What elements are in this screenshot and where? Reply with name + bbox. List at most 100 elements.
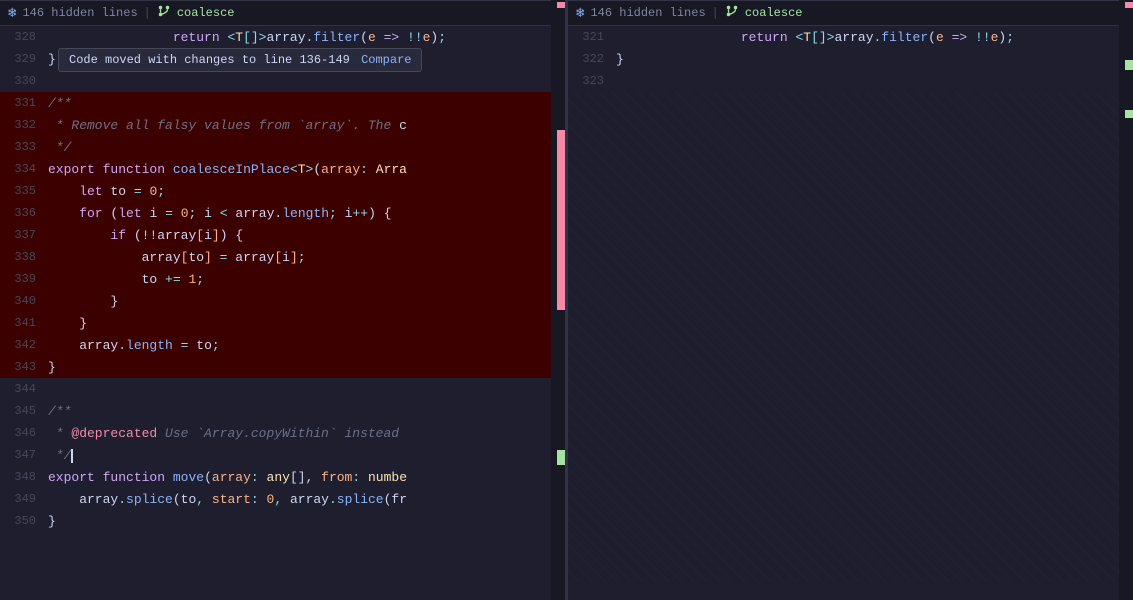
- line-num-332: 332: [0, 118, 48, 132]
- left-scrollbar[interactable]: [551, 0, 565, 600]
- line-num-328: 328: [0, 30, 48, 44]
- code-line-345: 345 /**: [0, 400, 565, 422]
- editor-container: ❄ 146 hidden lines | coalesce Code moved…: [0, 0, 1133, 600]
- line-content-335: let to = 0;: [48, 184, 565, 199]
- right-hidden-lines-text: 146 hidden lines: [590, 6, 705, 20]
- right-scrollbar-mark-green-2: [1125, 110, 1133, 118]
- code-line-350: 350 }: [0, 510, 565, 532]
- code-line-341: 341 }: [0, 312, 565, 334]
- right-code-lines: → 321 return <T[]>array.filter(e => !!e)…: [568, 26, 1133, 92]
- line-num-345: 345: [0, 404, 48, 418]
- line-num-341: 341: [0, 316, 48, 330]
- left-scrollbar-mark-red-1: [557, 2, 565, 8]
- line-content-348: export function move(array: any[], from:…: [48, 470, 565, 485]
- left-hidden-sep: |: [144, 6, 151, 20]
- right-branch-icon: [725, 4, 739, 22]
- line-content-346: * @deprecated Use `Array.copyWithin` ins…: [48, 426, 565, 441]
- line-content-333: */: [48, 140, 565, 155]
- line-num-344: 344: [0, 382, 48, 396]
- right-scrollbar[interactable]: [1119, 0, 1133, 600]
- line-num-335: 335: [0, 184, 48, 198]
- line-content-349: array.splice(to, start: 0, array.splice(…: [48, 492, 565, 507]
- line-content-332: * Remove all falsy values from `array`. …: [48, 118, 565, 133]
- code-line-338: 338 array[to] = array[i];: [0, 246, 565, 268]
- code-line-343: 343 }: [0, 356, 565, 378]
- code-line-337: 337 if (!!array[i]) {: [0, 224, 565, 246]
- left-branch-icon: [157, 4, 171, 22]
- line-content-343: }: [48, 360, 565, 375]
- line-num-339: 339: [0, 272, 48, 286]
- right-code-line-323: 323: [568, 70, 1133, 92]
- left-snowflake-icon: ❄: [8, 5, 16, 22]
- line-content-342: array.length = to;: [48, 338, 565, 353]
- line-content-345: /**: [48, 404, 565, 419]
- code-line-334: 334 export function coalesceInPlace<T>(a…: [0, 158, 565, 180]
- compare-link[interactable]: Compare: [361, 53, 411, 67]
- line-content-340: }: [48, 294, 565, 309]
- line-num-334: 334: [0, 162, 48, 176]
- code-line-335: 335 let to = 0;: [0, 180, 565, 202]
- left-code-lines: Code moved with changes to line 136-149 …: [0, 26, 565, 532]
- line-content-336: for (let i = 0; i < array.length; i++) {: [48, 206, 565, 221]
- line-num-330: 330: [0, 74, 48, 88]
- code-line-340: 340 }: [0, 290, 565, 312]
- left-code-area: Code moved with changes to line 136-149 …: [0, 26, 565, 600]
- code-line-328: 328 return <T[]>array.filter(e => !!e);: [0, 26, 565, 48]
- line-num-347: 347: [0, 448, 48, 462]
- line-num-340: 340: [0, 294, 48, 308]
- right-line-num-323: 323: [568, 74, 616, 88]
- right-line-num-322: 322: [568, 52, 616, 66]
- line-num-350: 350: [0, 514, 48, 528]
- code-line-332: 332 * Remove all falsy values from `arra…: [0, 114, 565, 136]
- line-content-339: to += 1;: [48, 272, 565, 287]
- right-code-line-321: 321 return <T[]>array.filter(e => !!e);: [568, 26, 1133, 48]
- right-pane: ❄ 146 hidden lines | coalesce → 321 retu…: [568, 0, 1133, 600]
- right-branch-name: coalesce: [745, 6, 803, 20]
- tooltip-popup: Code moved with changes to line 136-149 …: [58, 48, 422, 72]
- right-scrollbar-mark-red: [1125, 2, 1133, 8]
- left-hidden-lines-text: 146 hidden lines: [22, 6, 137, 20]
- code-line-339: 339 to += 1;: [0, 268, 565, 290]
- line-content-337: if (!!array[i]) {: [48, 228, 565, 243]
- line-num-349: 349: [0, 492, 48, 506]
- tooltip-text: Code moved with changes to line 136-149: [69, 53, 350, 67]
- line-content-331: /**: [48, 96, 565, 111]
- code-line-336: 336 for (let i = 0; i < array.length; i+…: [0, 202, 565, 224]
- left-scrollbar-mark-green: [557, 450, 565, 465]
- code-line-342: 342 array.length = to;: [0, 334, 565, 356]
- right-line-content-322: }: [616, 52, 1133, 67]
- left-scrollbar-mark-red-2: [557, 130, 565, 310]
- code-line-333: 333 */: [0, 136, 565, 158]
- line-content-338: array[to] = array[i];: [48, 250, 565, 265]
- line-content-347: */: [48, 448, 565, 463]
- code-line-346: 346 * @deprecated Use `Array.copyWithin`…: [0, 422, 565, 444]
- line-num-342: 342: [0, 338, 48, 352]
- line-content-350: }: [48, 514, 565, 529]
- right-hidden-sep: |: [712, 6, 719, 20]
- left-hidden-lines-bar[interactable]: ❄ 146 hidden lines | coalesce: [0, 0, 565, 26]
- right-code-area: → 321 return <T[]>array.filter(e => !!e)…: [568, 26, 1133, 600]
- line-num-329: 329: [0, 52, 48, 66]
- line-num-348: 348: [0, 470, 48, 484]
- code-line-331: 331 /**: [0, 92, 565, 114]
- code-line-344: 344: [0, 378, 565, 400]
- line-num-338: 338: [0, 250, 48, 264]
- code-line-330: 330: [0, 70, 565, 92]
- line-content-341: }: [48, 316, 565, 331]
- code-line-348: 348 export function move(array: any[], f…: [0, 466, 565, 488]
- line-num-337: 337: [0, 228, 48, 242]
- line-num-333: 333: [0, 140, 48, 154]
- line-num-331: 331: [0, 96, 48, 110]
- left-branch-name: coalesce: [177, 6, 235, 20]
- line-num-346: 346: [0, 426, 48, 440]
- right-code-line-322: 322 }: [568, 48, 1133, 70]
- code-line-347: 347 */: [0, 444, 565, 466]
- right-snowflake-icon: ❄: [576, 5, 584, 22]
- line-num-336: 336: [0, 206, 48, 220]
- right-hidden-lines-bar[interactable]: ❄ 146 hidden lines | coalesce: [568, 0, 1133, 26]
- code-line-349: 349 array.splice(to, start: 0, array.spl…: [0, 488, 565, 510]
- right-scrollbar-mark-green-1: [1125, 60, 1133, 70]
- left-pane: ❄ 146 hidden lines | coalesce Code moved…: [0, 0, 565, 600]
- right-line-num-321: 321: [568, 30, 616, 44]
- line-num-343: 343: [0, 360, 48, 374]
